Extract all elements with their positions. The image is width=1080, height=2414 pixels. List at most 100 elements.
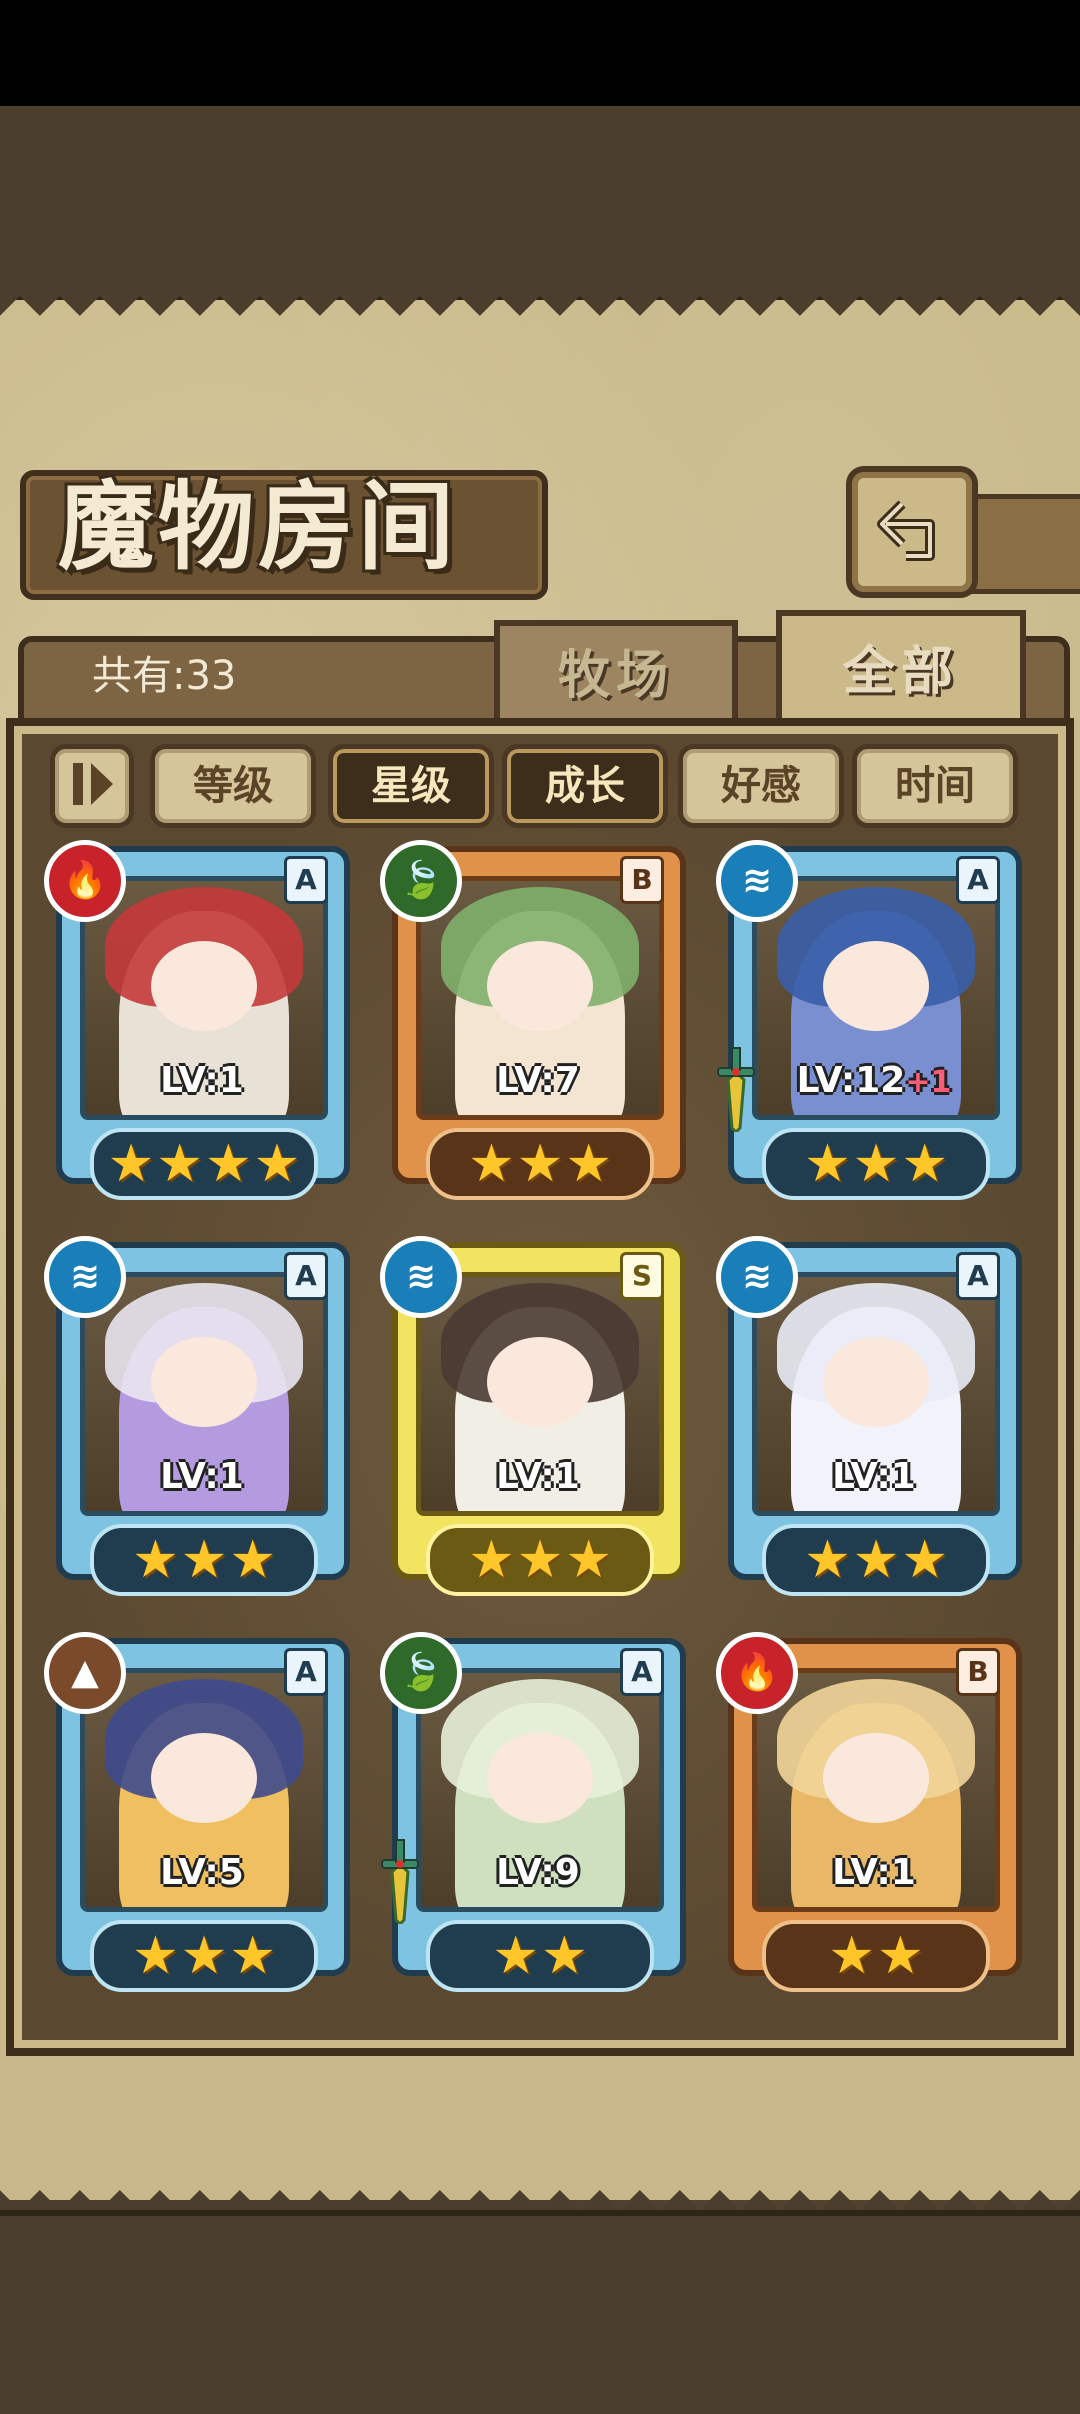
star-icon: ★ bbox=[516, 1134, 564, 1194]
bottom-map-band bbox=[0, 2210, 1080, 2414]
star-icon: ★ bbox=[828, 1926, 875, 1986]
page-title: 魔物房间 bbox=[58, 470, 458, 583]
level-label: LV:7 bbox=[416, 1060, 660, 1101]
level-label: LV:5 bbox=[80, 1852, 324, 1893]
star-icon: ★ bbox=[468, 1134, 515, 1194]
star-icon: ★ bbox=[107, 1134, 155, 1194]
star-icon: ★ bbox=[901, 1530, 948, 1590]
star-icon: ★ bbox=[180, 1530, 228, 1590]
level-label: LV:1 bbox=[752, 1456, 996, 1497]
star-rating: ★ ★ ★ bbox=[426, 1524, 654, 1596]
star-icon: ★ bbox=[180, 1926, 228, 1986]
monster-face bbox=[151, 941, 257, 1031]
filter-star-button[interactable]: 星级 bbox=[328, 744, 494, 828]
star-icon: ★ bbox=[229, 1926, 276, 1986]
level-value: LV:1 bbox=[496, 1456, 580, 1497]
monster-card[interactable]: A ▲ LV:5 ★ ★ ★ bbox=[44, 1632, 350, 1998]
filter-level-button[interactable]: 等级 bbox=[150, 744, 316, 828]
grade-badge: A bbox=[956, 856, 1000, 904]
star-rating: ★ ★ bbox=[762, 1920, 990, 1992]
star-icon: ★ bbox=[516, 1530, 564, 1590]
zigzag-edge-top bbox=[0, 296, 1080, 336]
sort-toggle-icon bbox=[55, 763, 129, 827]
tab-all[interactable]: 全部 bbox=[776, 610, 1026, 728]
monster-face bbox=[151, 1733, 257, 1823]
zigzag-edge-bottom bbox=[0, 2170, 1080, 2210]
monster-card[interactable]: A ≋ LV:1 ★ ★ ★ bbox=[44, 1236, 350, 1602]
star-icon: ★ bbox=[804, 1530, 851, 1590]
monster-face bbox=[487, 941, 593, 1031]
fire-element-icon: 🔥 bbox=[716, 1632, 798, 1714]
grade-badge: S bbox=[620, 1252, 664, 1300]
filter-growth-button[interactable]: 成长 bbox=[502, 744, 668, 828]
star-icon: ★ bbox=[901, 1134, 948, 1194]
earth-element-icon: ▲ bbox=[44, 1632, 126, 1714]
level-value: LV:5 bbox=[160, 1852, 244, 1893]
level-value: LV:12 bbox=[796, 1060, 906, 1101]
monster-card[interactable]: A ≋ LV:12+1 ★ ★ ★ bbox=[716, 840, 1022, 1206]
top-map-band bbox=[0, 106, 1080, 302]
tab-farm[interactable]: 牧场 bbox=[494, 620, 738, 726]
water-element-icon: ≋ bbox=[716, 1236, 798, 1318]
star-icon: ★ bbox=[852, 1134, 900, 1194]
monster-face bbox=[487, 1733, 593, 1823]
grade-badge: B bbox=[620, 856, 664, 904]
leaf-element-icon: 🍃 bbox=[380, 840, 462, 922]
water-element-icon: ≋ bbox=[44, 1236, 126, 1318]
star-icon: ★ bbox=[205, 1134, 252, 1194]
level-value: LV:9 bbox=[496, 1852, 580, 1893]
star-icon: ★ bbox=[132, 1926, 179, 1986]
monster-card[interactable]: B 🔥 LV:1 ★ ★ bbox=[716, 1632, 1022, 1998]
star-icon: ★ bbox=[132, 1530, 179, 1590]
star-icon: ★ bbox=[804, 1134, 851, 1194]
level-value: LV:1 bbox=[832, 1852, 916, 1893]
star-rating: ★ ★ ★ ★ bbox=[90, 1128, 318, 1200]
grade-badge: A bbox=[956, 1252, 1000, 1300]
level-value: LV:1 bbox=[160, 1456, 244, 1497]
back-button[interactable] bbox=[846, 466, 978, 598]
equipped-weapon-icon bbox=[717, 1047, 755, 1132]
monster-count: 共有:33 bbox=[92, 653, 237, 699]
grade-badge: A bbox=[284, 856, 328, 904]
filter-affection-button[interactable]: 好感 bbox=[678, 744, 844, 828]
filter-time-button[interactable]: 时间 bbox=[852, 744, 1018, 828]
equipped-weapon-icon bbox=[381, 1839, 419, 1924]
monster-card[interactable]: B 🍃 LV:7 ★ ★ ★ bbox=[380, 840, 686, 1206]
star-icon: ★ bbox=[156, 1134, 203, 1194]
monster-face bbox=[823, 1733, 929, 1823]
star-icon: ★ bbox=[541, 1926, 588, 1986]
monster-card[interactable]: A 🍃 LV:9 ★ ★ bbox=[380, 1632, 686, 1998]
level-label: LV:12+1 bbox=[752, 1060, 996, 1101]
status-bar-area bbox=[0, 0, 1080, 106]
level-label: LV:1 bbox=[752, 1852, 996, 1893]
grade-badge: A bbox=[284, 1648, 328, 1696]
level-bonus: +1 bbox=[905, 1065, 952, 1100]
back-rail bbox=[966, 494, 1080, 594]
star-icon: ★ bbox=[565, 1530, 612, 1590]
star-icon: ★ bbox=[852, 1530, 900, 1590]
star-icon: ★ bbox=[565, 1134, 612, 1194]
level-value: LV:7 bbox=[496, 1060, 580, 1101]
level-value: LV:1 bbox=[160, 1060, 244, 1101]
star-icon: ★ bbox=[492, 1926, 539, 1986]
leaf-element-icon: 🍃 bbox=[380, 1632, 462, 1714]
monster-face bbox=[487, 1337, 593, 1427]
monster-card[interactable]: S ≋ LV:1 ★ ★ ★ bbox=[380, 1236, 686, 1602]
star-rating: ★ ★ ★ bbox=[90, 1524, 318, 1596]
level-label: LV:1 bbox=[416, 1456, 660, 1497]
level-label: LV:1 bbox=[80, 1456, 324, 1497]
star-rating: ★ ★ ★ bbox=[762, 1524, 990, 1596]
level-value: LV:1 bbox=[832, 1456, 916, 1497]
monster-card[interactable]: A 🔥 LV:1 ★ ★ ★ ★ bbox=[44, 840, 350, 1206]
monster-card[interactable]: A ≋ LV:1 ★ ★ ★ bbox=[716, 1236, 1022, 1602]
back-arrow-icon bbox=[872, 490, 952, 574]
level-label: LV:9 bbox=[416, 1852, 660, 1893]
monster-face bbox=[823, 941, 929, 1031]
grade-badge: B bbox=[956, 1648, 1000, 1696]
fire-element-icon: 🔥 bbox=[44, 840, 126, 922]
star-rating: ★ ★ bbox=[426, 1920, 654, 1992]
sort-toggle-button[interactable] bbox=[50, 744, 134, 828]
star-rating: ★ ★ ★ bbox=[426, 1128, 654, 1200]
water-element-icon: ≋ bbox=[716, 840, 798, 922]
monster-face bbox=[823, 1337, 929, 1427]
